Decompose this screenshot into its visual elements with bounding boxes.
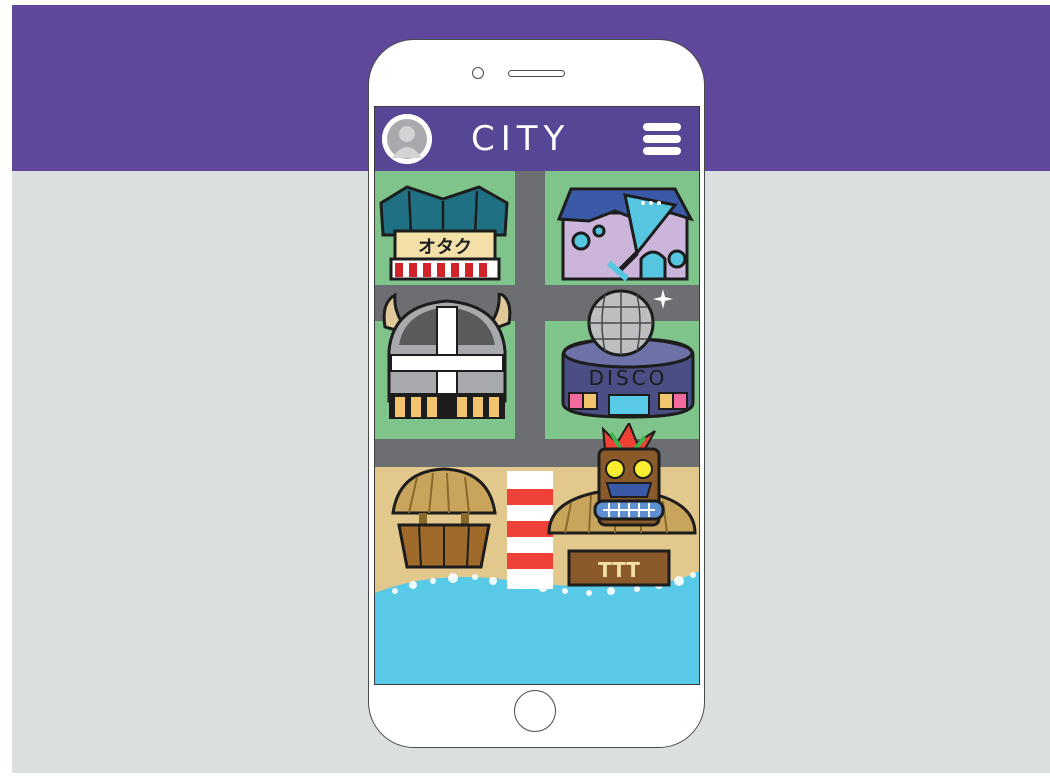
- viking-helmet-icon[interactable]: [379, 290, 515, 425]
- user-avatar-icon[interactable]: [382, 114, 432, 164]
- phone-mockup: CITY オタク DISCO TTT: [368, 39, 705, 748]
- japanese-shop-icon[interactable]: オタク: [379, 185, 509, 285]
- speaker-grille: [508, 70, 565, 77]
- beach-hut-icon[interactable]: [389, 467, 499, 573]
- camera-icon: [472, 67, 484, 79]
- tiki-sign: TTT: [598, 558, 640, 582]
- city-map: オタク DISCO TTT: [375, 171, 699, 684]
- hamburger-menu-icon[interactable]: [643, 121, 683, 157]
- app-title: CITY: [471, 119, 571, 159]
- app-screen: CITY オタク DISCO TTT: [374, 106, 700, 685]
- tiki-bar-icon[interactable]: TTT: [545, 420, 699, 589]
- otaku-sign: オタク: [418, 237, 472, 258]
- app-bar: CITY: [375, 107, 699, 171]
- disco-ball-club-icon[interactable]: DISCO: [559, 285, 697, 419]
- cocktail-bar-icon[interactable]: [555, 183, 695, 283]
- disco-sign: DISCO: [589, 366, 668, 390]
- home-button[interactable]: [514, 690, 556, 732]
